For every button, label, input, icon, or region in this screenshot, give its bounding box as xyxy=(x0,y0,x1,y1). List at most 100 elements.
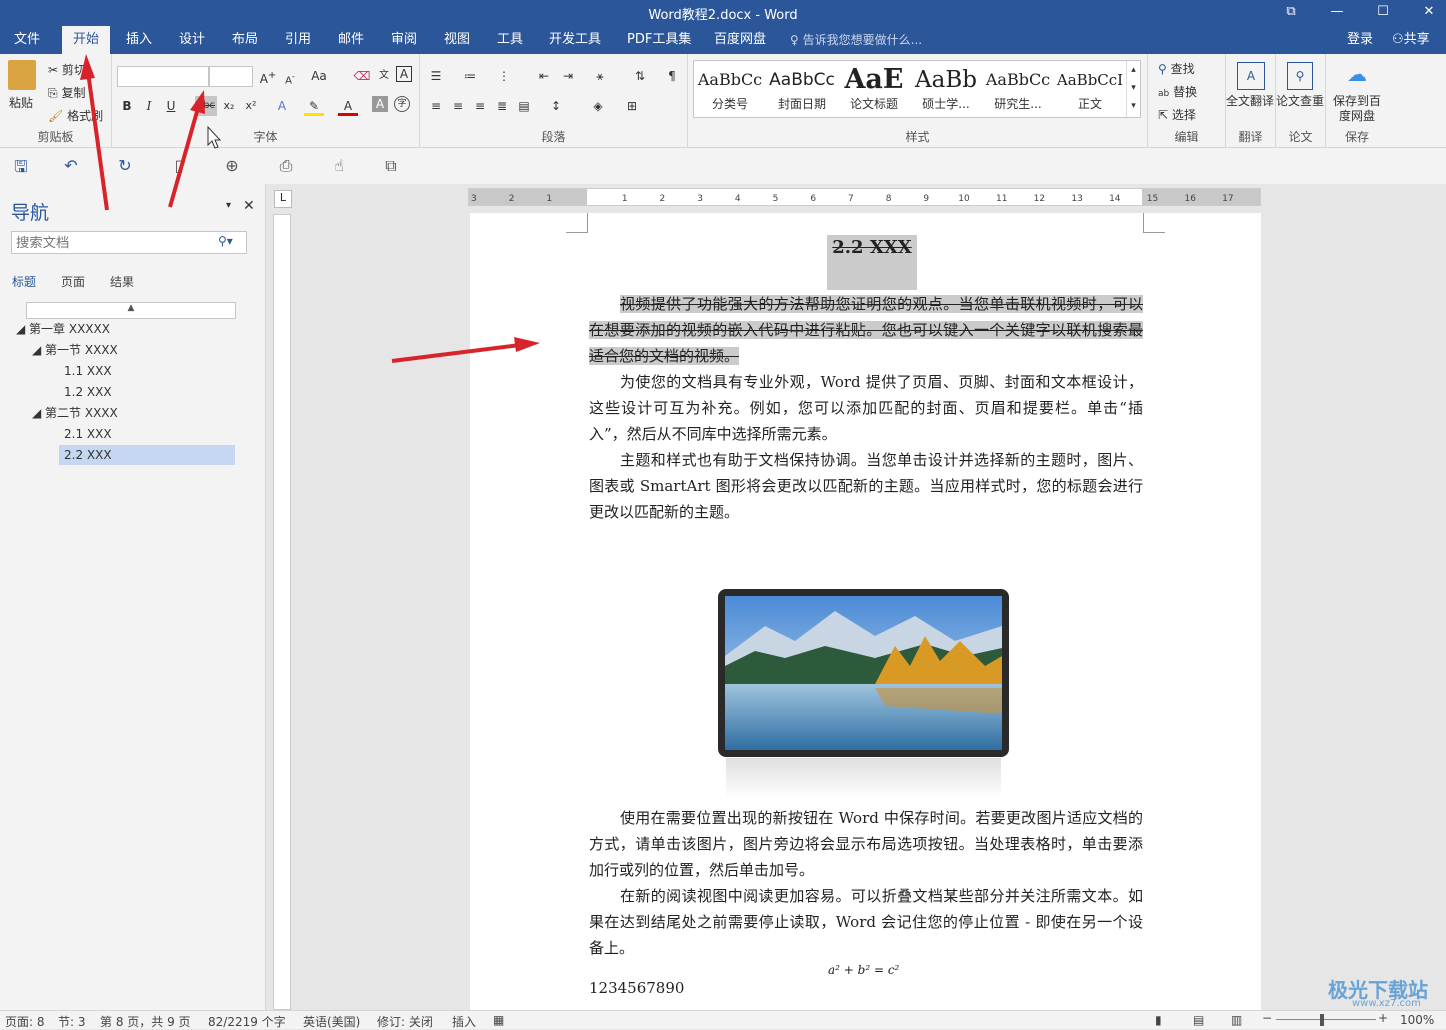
word-count[interactable]: 82/2219 个字 xyxy=(208,1013,286,1030)
tab-tools[interactable]: 工具 xyxy=(491,26,529,54)
subscript-button[interactable]: x₂ xyxy=(219,96,239,116)
superscript-button[interactable]: x² xyxy=(241,96,261,116)
paragraph[interactable]: 使用在需要位置出现的新按钮在 Word 中保存时间。若要更改图片适应文档的方式，… xyxy=(589,805,1143,883)
tree-item[interactable]: 1.2 XXX xyxy=(64,382,112,402)
translate-icon[interactable]: A xyxy=(1237,62,1265,90)
language[interactable]: 英语(美国) xyxy=(303,1013,360,1030)
read-mode-icon[interactable]: ▮ xyxy=(1155,1013,1162,1027)
full-translate-button[interactable]: 全文翻译 xyxy=(1226,94,1274,109)
close-button[interactable]: ✕ xyxy=(1406,0,1446,26)
show-marks-icon[interactable]: ¶ xyxy=(662,66,682,86)
zoom-out-button[interactable]: − xyxy=(1262,1011,1272,1025)
underline-button[interactable]: U xyxy=(161,96,181,116)
tab-headings[interactable]: 标题 xyxy=(12,273,36,290)
pane-options-icon[interactable]: ▾ xyxy=(226,200,231,211)
share-button[interactable]: ⚇共享 xyxy=(1392,26,1430,54)
tab-references[interactable]: 引用 xyxy=(279,26,317,54)
minimize-button[interactable]: — xyxy=(1314,0,1360,26)
char-shading-icon[interactable]: A xyxy=(372,96,388,112)
justify-icon[interactable]: ≣ xyxy=(492,96,512,116)
tab-home[interactable]: 开始 xyxy=(62,26,111,54)
web-layout-icon[interactable]: ▥ xyxy=(1231,1013,1242,1027)
clear-format-icon[interactable]: ⌫ xyxy=(352,66,372,86)
paste-icon[interactable] xyxy=(8,60,36,90)
login-link[interactable]: 登录 xyxy=(1347,26,1373,54)
paragraph[interactable]: 在新的阅读视图中阅读更加容易。可以折叠文档某些部分并关注所需文本。如果在达到结尾… xyxy=(589,883,1143,961)
tree-item[interactable]: 2.1 XXX xyxy=(64,424,112,444)
tab-baidu-pan[interactable]: 百度网盘 xyxy=(708,26,772,54)
align-right-icon[interactable]: ≡ xyxy=(470,96,490,116)
layout-icon[interactable]: ▯ xyxy=(168,156,190,176)
style-item[interactable]: AaBbCc 研究生... xyxy=(982,61,1054,117)
style-item[interactable]: AaBbCc 封面日期 xyxy=(766,61,838,117)
tree-item[interactable]: ◢ 第一节 XXXX xyxy=(32,340,118,360)
strikethrough-button[interactable]: abc xyxy=(195,96,217,116)
style-item[interactable]: AaBbCc 分类号 xyxy=(694,61,766,117)
page-count[interactable]: 第 8 页，共 9 页 xyxy=(100,1013,191,1030)
enclose-char-icon[interactable]: 字 xyxy=(394,96,410,112)
plagiarism-check-icon[interactable]: ⚲ xyxy=(1287,62,1313,90)
style-item[interactable]: AaBbCcI 正文 xyxy=(1054,61,1126,117)
landscape-image[interactable] xyxy=(718,589,1009,757)
redo-icon[interactable]: ↻ xyxy=(114,156,136,176)
font-color-icon[interactable]: A xyxy=(338,96,358,116)
tab-selector[interactable]: L xyxy=(274,190,292,208)
highlight-icon[interactable]: ✎ xyxy=(304,96,324,116)
line-spacing-icon[interactable]: ↕ xyxy=(546,96,566,116)
decrease-indent-icon[interactable]: ⇤ xyxy=(534,66,554,86)
tree-item-selected[interactable]: 2.2 XXX xyxy=(59,445,235,465)
zoom-slider-thumb[interactable] xyxy=(1320,1014,1324,1026)
phonetic-guide-icon[interactable]: 文 xyxy=(374,66,394,86)
tab-view[interactable]: 视图 xyxy=(438,26,476,54)
zoom-slider[interactable] xyxy=(1276,1019,1376,1020)
grow-font-icon[interactable]: A+ xyxy=(258,66,278,86)
style-item[interactable]: AaE 论文标题 xyxy=(838,61,910,117)
search-document-input[interactable] xyxy=(11,231,247,254)
collapse-all-bar[interactable]: ▲ xyxy=(26,302,236,319)
search-icon[interactable]: ⚲▾ xyxy=(218,234,233,248)
print-preview-icon[interactable]: ⎙ xyxy=(275,156,297,176)
insert-mode[interactable]: 插入 xyxy=(452,1013,476,1030)
paste-button[interactable]: 粘贴 xyxy=(9,94,33,111)
text-effects-icon[interactable]: A xyxy=(272,96,292,116)
ribbon-display-icon[interactable]: ⧉ xyxy=(1268,0,1314,26)
tab-mailings[interactable]: 邮件 xyxy=(332,26,370,54)
tab-pages[interactable]: 页面 xyxy=(61,273,85,290)
track-changes[interactable]: 修订: 关闭 xyxy=(377,1013,433,1030)
tree-item[interactable]: 1.1 XXX xyxy=(64,361,112,381)
change-case-button[interactable]: Aa xyxy=(306,66,332,86)
style-item[interactable]: AaBb 硕士学... xyxy=(910,61,982,117)
baidu-cloud-icon[interactable]: ☁ xyxy=(1343,62,1371,88)
touch-mode-icon[interactable]: ☝ xyxy=(328,156,350,176)
cut-button[interactable]: ✂ 剪切 xyxy=(48,61,86,78)
page-indicator[interactable]: 页面: 8 xyxy=(5,1013,45,1030)
print-layout-icon[interactable]: ▤ xyxy=(1193,1013,1204,1027)
save-to-baidu-button[interactable]: 保存到百度网盘 xyxy=(1328,94,1386,124)
tree-item[interactable]: ◢ 第二节 XXXX xyxy=(32,403,118,423)
borders-icon[interactable]: ⊞ xyxy=(622,96,642,116)
macro-icon[interactable]: ▦ xyxy=(493,1013,504,1027)
maximize-button[interactable]: ☐ xyxy=(1360,0,1406,26)
tab-pdf-tools[interactable]: PDF工具集 xyxy=(621,26,697,54)
tab-results[interactable]: 结果 xyxy=(110,273,134,290)
undo-icon[interactable]: ↶ xyxy=(60,156,82,176)
replace-button[interactable]: ab 替换 xyxy=(1158,83,1197,100)
close-pane-icon[interactable]: ✕ xyxy=(243,198,255,214)
tab-layout[interactable]: 布局 xyxy=(226,26,264,54)
bullets-icon[interactable]: ☰ xyxy=(426,66,446,86)
tab-file[interactable]: 文件 xyxy=(8,26,46,54)
char-border-icon[interactable]: A xyxy=(396,66,412,82)
paragraph[interactable]: 为使您的文档具有专业外观，Word 提供了页眉、页脚、封面和文本框设计，这些设计… xyxy=(589,369,1143,447)
tab-developer[interactable]: 开发工具 xyxy=(543,26,607,54)
tab-review[interactable]: 审阅 xyxy=(385,26,423,54)
tab-insert[interactable]: 插入 xyxy=(120,26,158,54)
bold-button[interactable]: B xyxy=(117,96,137,116)
font-size-combo[interactable] xyxy=(209,66,253,87)
align-left-icon[interactable]: ≡ xyxy=(426,96,446,116)
web-icon[interactable]: ⊕ xyxy=(221,156,243,176)
find-button[interactable]: ⚲ 查找 xyxy=(1158,60,1195,77)
paper-check-button[interactable]: 论文查重 xyxy=(1276,94,1324,109)
shrink-font-icon[interactable]: A- xyxy=(280,66,300,86)
customize-icon[interactable]: ⧉ xyxy=(380,156,402,176)
save-icon[interactable]: 🖫 xyxy=(10,156,32,176)
